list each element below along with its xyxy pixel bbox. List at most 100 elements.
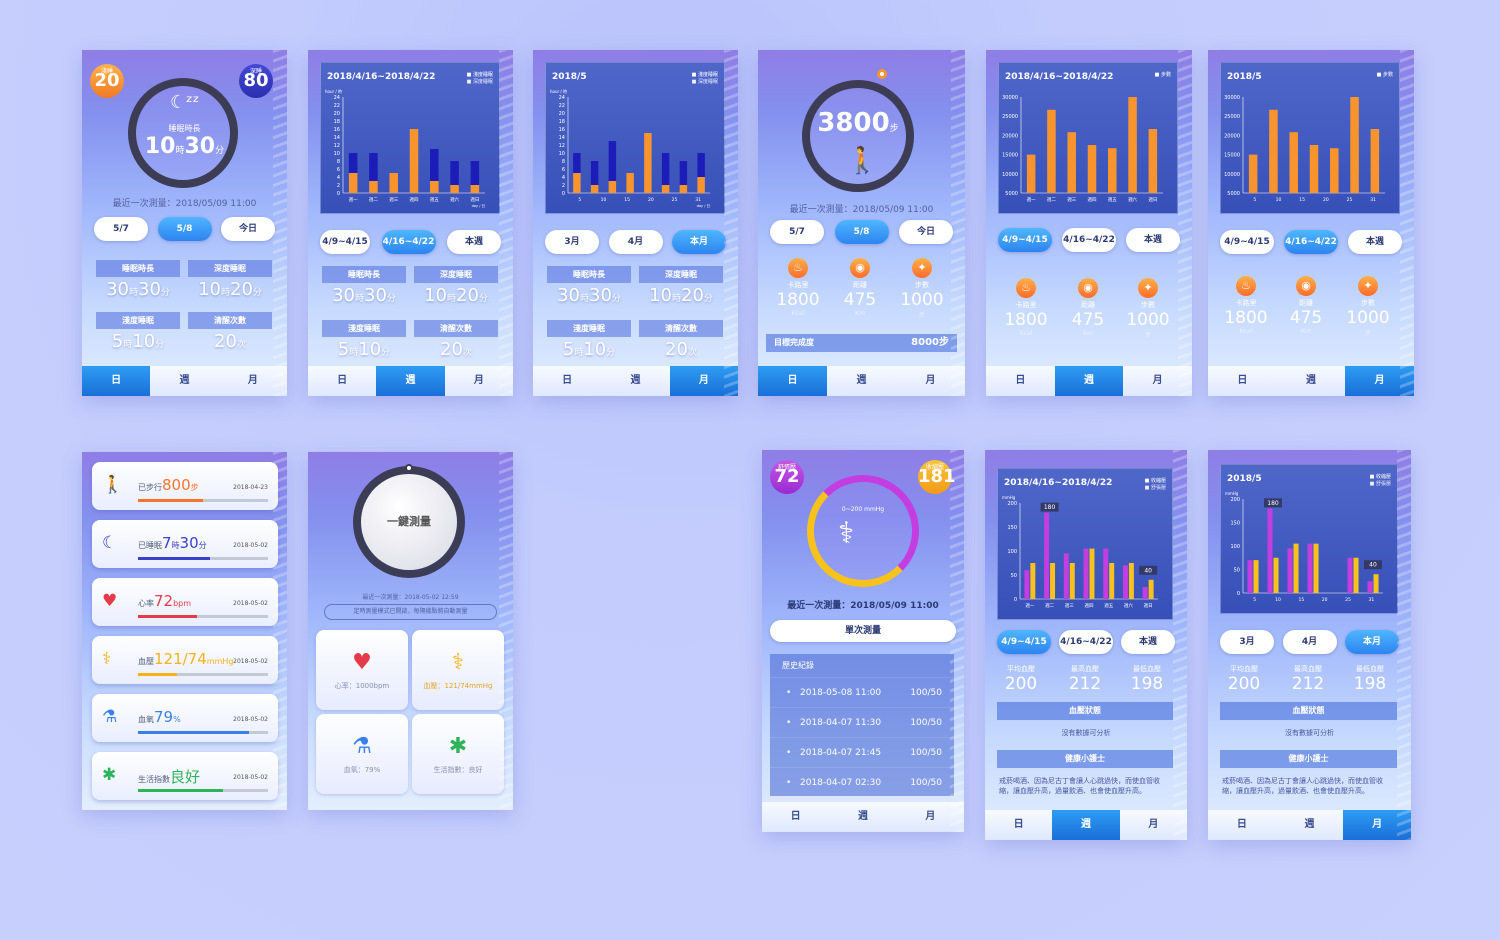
bar-steps — [1128, 97, 1137, 193]
pill-this-month[interactable]: 本月 — [1345, 630, 1399, 654]
bar-steps — [1330, 148, 1339, 193]
tab-month[interactable]: 月 — [669, 366, 738, 396]
health-card[interactable]: ☾ 已睡眠7時30分 2018-05-02 — [92, 520, 278, 568]
tab-week[interactable]: 週 — [1277, 366, 1346, 396]
tab-day[interactable]: 日 — [533, 366, 601, 396]
week-pills: 4/9~4/15 4/16~4/22 本週 — [1220, 230, 1402, 254]
pill-week-prev1[interactable]: 4/16~4/22 — [1284, 230, 1338, 254]
tab-day[interactable]: 日 — [986, 366, 1055, 396]
pill-month-prev2[interactable]: 3月 — [545, 230, 599, 254]
stat-sleep-length: 睡眠時長 30時30分 — [547, 266, 631, 306]
history-row[interactable]: • 2018-04-07 21:45 100/50 — [770, 737, 954, 767]
health-card[interactable]: ✱ 生活指數良好 2018-05-02 — [92, 752, 278, 800]
pill-week-prev1[interactable]: 4/16~4/22 — [1062, 228, 1116, 252]
pill-this-week[interactable]: 本週 — [1121, 630, 1175, 654]
history-dot: • — [786, 718, 792, 728]
pill-this-week[interactable]: 本週 — [1348, 230, 1402, 254]
goal-completion: 目標完成度 8000步 — [766, 334, 957, 352]
x-tick-label: 週六 — [1124, 602, 1133, 609]
y-tick-label: 4 — [337, 175, 340, 181]
pill-week-prev1[interactable]: 4/16~4/22 — [1059, 630, 1113, 654]
tile-life-index[interactable]: ✱ 生活指數：良好 — [412, 714, 504, 794]
y-tick-label: 100 — [1007, 549, 1017, 555]
bar-steps — [1067, 132, 1076, 193]
tab-week[interactable]: 週 — [827, 366, 896, 396]
pill-today[interactable]: 今日 — [221, 217, 275, 241]
health-card[interactable]: ⚕ 血壓121/74mmHg 2018-05-02 — [92, 636, 278, 684]
tab-day[interactable]: 日 — [1208, 366, 1277, 396]
period-tabs: 日週月 — [533, 366, 738, 396]
history-row[interactable]: • 2018-05-08 11:00 100/50 — [770, 677, 954, 707]
tab-month[interactable]: 月 — [1343, 810, 1411, 840]
tab-week[interactable]: 週 — [376, 366, 445, 396]
tab-day[interactable]: 日 — [758, 366, 827, 396]
history-row[interactable]: • 2018-04-07 02:30 100/50 — [770, 767, 954, 797]
bp-day-screen: 舒張壓 72 收縮壓 181 0~200 mmHg ⚕ 最近一次測量：2018/05… — [762, 450, 964, 832]
stat-deep-sleep: 深度睡眠 10時20分 — [639, 266, 723, 306]
pill-this-month[interactable]: 本月 — [672, 230, 726, 254]
metric-calories: 卡路里 1800 Kcal — [776, 281, 820, 317]
bar-light — [590, 185, 599, 193]
bar-diastolic — [1253, 560, 1259, 593]
tab-day[interactable]: 日 — [308, 366, 376, 396]
pill-prev1[interactable]: 5/8 — [834, 220, 889, 244]
tab-day[interactable]: 日 — [762, 802, 829, 832]
pill-week-prev1[interactable]: 4/16~4/22 — [381, 230, 436, 254]
pill-month-prev2[interactable]: 3月 — [1220, 630, 1274, 654]
one-tap-measure-button[interactable]: 一鍵測量 — [361, 474, 457, 570]
history-dot: • — [786, 778, 792, 788]
tab-month[interactable]: 月 — [219, 366, 287, 396]
tab-week[interactable]: 週 — [150, 366, 218, 396]
y-tick-label: 15000 — [1002, 153, 1018, 159]
walker-icon: 🚶 — [846, 146, 879, 176]
health-card[interactable]: ♥ 心率72bpm 2018-05-02 — [92, 578, 278, 626]
pill-week-prev2[interactable]: 4/9~4/15 — [320, 230, 370, 254]
annotation-label: 40 — [1144, 567, 1152, 574]
health-card[interactable]: 🚶 已步行800步 2018-04-23 — [92, 462, 278, 510]
tab-day[interactable]: 日 — [1208, 810, 1276, 840]
single-measure-button[interactable]: 單次測量 — [770, 620, 956, 642]
tab-month[interactable]: 月 — [897, 802, 964, 832]
bar-systolic — [1287, 548, 1293, 593]
pill-prev2[interactable]: 5/7 — [770, 220, 824, 244]
tab-day[interactable]: 日 — [985, 810, 1052, 840]
tile-blood-pressure[interactable]: ⚕ 血壓：121/74mmHg — [412, 630, 504, 710]
pill-week-prev2[interactable]: 4/9~4/15 — [1220, 230, 1274, 254]
history-row[interactable]: • 2018-04-07 11:30 100/50 — [770, 707, 954, 737]
tile-heart-rate[interactable]: ♥ 心率：1000bpm — [316, 630, 408, 710]
health-card[interactable]: ⚗ 血氧79% 2018-05-02 — [92, 694, 278, 742]
tab-week[interactable]: 週 — [1276, 810, 1344, 840]
tab-week[interactable]: 週 — [1052, 810, 1120, 840]
pill-month-prev1[interactable]: 4月 — [1282, 630, 1337, 654]
tab-week[interactable]: 週 — [601, 366, 669, 396]
x-tick-label: 10 — [1276, 197, 1282, 203]
metric-distance: 距離 475 Km — [843, 281, 877, 317]
pill-prev2[interactable]: 5/7 — [94, 217, 148, 241]
y-tick-label: 150 — [1230, 521, 1240, 527]
health-bar — [138, 789, 268, 792]
y-tick-label: 14 — [334, 135, 340, 141]
x-tick-label: 20 — [1323, 197, 1329, 203]
bar-deep — [661, 153, 670, 185]
tab-week[interactable]: 週 — [829, 802, 896, 832]
pill-week-prev2[interactable]: 4/9~4/15 — [998, 228, 1052, 252]
tab-month[interactable]: 月 — [1345, 366, 1414, 396]
pill-prev1[interactable]: 5/8 — [157, 217, 212, 241]
pill-this-week[interactable]: 本週 — [1126, 228, 1180, 252]
tab-week[interactable]: 週 — [1054, 366, 1124, 396]
tile-oxygen[interactable]: ⚗ 血氧：79% — [316, 714, 408, 794]
pill-today[interactable]: 今日 — [899, 220, 953, 244]
x-tick-label: 20 — [1322, 597, 1328, 603]
pill-this-week[interactable]: 本週 — [447, 230, 501, 254]
week-pills: 4/9~4/15 4/16~4/22 本週 — [997, 630, 1175, 654]
sleep-duration-label: 睡眠時長 — [168, 124, 201, 133]
tab-month[interactable]: 月 — [1123, 366, 1192, 396]
tab-month[interactable]: 月 — [896, 366, 965, 396]
footsteps-icon: ✦ — [1138, 278, 1158, 298]
pill-week-prev2[interactable]: 4/9~4/15 — [997, 630, 1051, 654]
tab-month[interactable]: 月 — [1120, 810, 1187, 840]
tab-day[interactable]: 日 — [82, 366, 151, 396]
pill-month-prev1[interactable]: 4月 — [608, 230, 663, 254]
x-axis-label: day / 日 — [697, 204, 710, 208]
tab-month[interactable]: 月 — [445, 366, 513, 396]
